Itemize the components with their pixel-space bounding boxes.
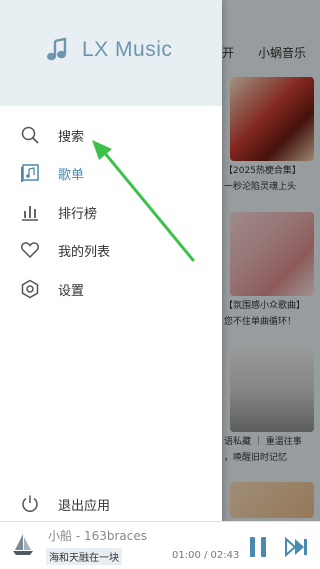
- menu-item-label: 搜索: [58, 130, 85, 145]
- settings-icon: [21, 279, 39, 299]
- playback-time: 01:00 / 02:43: [172, 550, 240, 561]
- navigation-drawer: LX Music 搜索 歌单 排行榜 我的列表 设置 退出应用: [0, 0, 222, 569]
- menu-item-label: 排行榜: [58, 207, 98, 222]
- song-title: 小船 - 163braces: [48, 529, 148, 543]
- menu-item-label: 我的列表: [58, 245, 111, 260]
- menu-item-label: 设置: [58, 284, 85, 299]
- app-name: LX Music: [82, 38, 173, 61]
- next-track-button[interactable]: [285, 536, 309, 558]
- music-note-logo-icon: [47, 37, 67, 61]
- pause-button[interactable]: [246, 535, 270, 559]
- leaderboard-icon: [22, 206, 38, 221]
- album-cover-image[interactable]: [10, 532, 36, 558]
- playlist-icon: [21, 164, 39, 182]
- drawer-header: LX Music: [0, 0, 222, 106]
- menu-item-my-list[interactable]: 我的列表: [0, 231, 222, 269]
- menu-item-search[interactable]: 搜索: [0, 116, 222, 154]
- player-bar[interactable]: 小船 - 163braces 海和天融在一块 01:00 / 02:43: [0, 521, 320, 569]
- current-lyric: 海和天融在一块: [46, 548, 122, 565]
- power-icon: [22, 495, 38, 512]
- menu-item-leaderboard[interactable]: 排行榜: [0, 193, 222, 231]
- menu-item-label: 退出应用: [58, 499, 111, 514]
- menu-item-playlist[interactable]: 歌单: [0, 154, 222, 192]
- menu-item-exit-app[interactable]: 退出应用: [0, 485, 222, 523]
- search-icon: [21, 126, 39, 144]
- menu-item-label: 歌单: [58, 168, 85, 183]
- heart-icon: [21, 242, 39, 259]
- menu-item-settings[interactable]: 设置: [0, 270, 222, 308]
